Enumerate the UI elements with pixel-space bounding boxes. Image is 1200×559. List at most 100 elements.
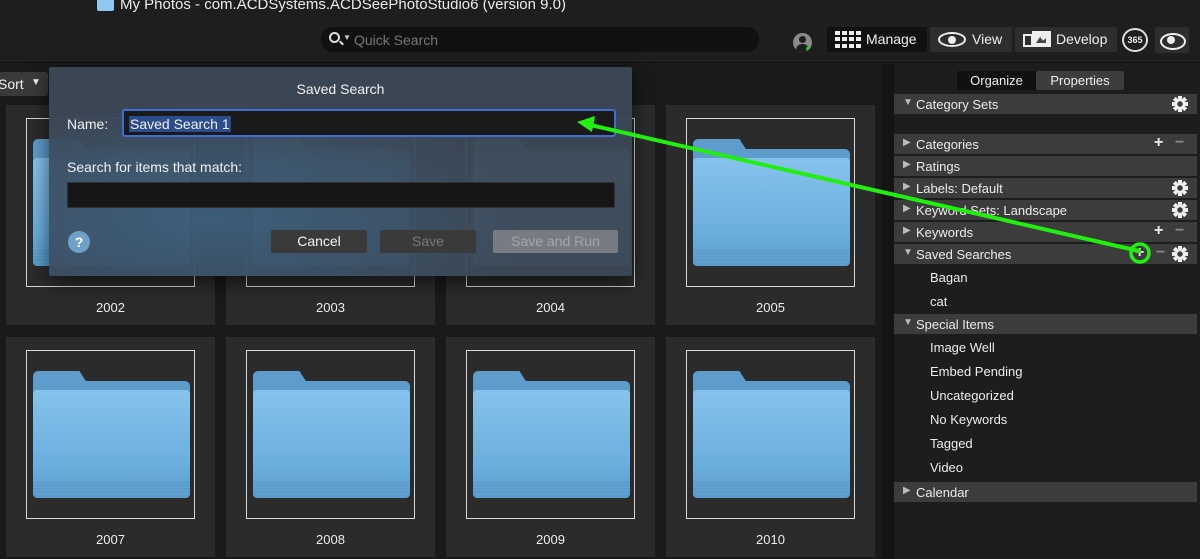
search-icon bbox=[329, 32, 340, 43]
search-placeholder: Quick Search bbox=[354, 32, 439, 48]
folder-name: 2004 bbox=[536, 300, 565, 315]
folder-thumbnail bbox=[686, 118, 855, 287]
chevron-down-icon[interactable]: ▼ bbox=[343, 33, 351, 42]
gear-icon[interactable] bbox=[1172, 180, 1188, 196]
special-item[interactable]: Video bbox=[930, 460, 963, 475]
view-mode-button[interactable]: View bbox=[930, 27, 1012, 52]
collapsed-triangle-icon: ▶ bbox=[903, 159, 911, 170]
section-category-sets[interactable]: ▼ Category Sets bbox=[894, 94, 1197, 114]
expanded-triangle-icon: ▼ bbox=[903, 247, 913, 258]
window-title: My Photos - com.ACDSystems.ACDSeePhotoSt… bbox=[120, 0, 567, 13]
special-item[interactable]: Image Well bbox=[930, 340, 995, 355]
folder-thumbnail bbox=[26, 350, 195, 519]
title-bar: My Photos - com.ACDSystems.ACDSeePhotoSt… bbox=[0, 0, 1200, 18]
dialog-title: Saved Search bbox=[296, 81, 385, 97]
section-categories[interactable]: ▶ Categories + − bbox=[894, 134, 1197, 154]
collapsed-triangle-icon: ▶ bbox=[903, 181, 911, 192]
saved-search-dialog: Saved Search Name: Saved Search 1 Search… bbox=[49, 67, 632, 276]
help-icon[interactable]: ? bbox=[68, 231, 90, 253]
collapsed-triangle-icon: ▶ bbox=[903, 137, 911, 148]
chevron-down-icon: ▼ bbox=[31, 77, 41, 88]
tab-properties[interactable]: Properties bbox=[1036, 71, 1124, 90]
folder-icon bbox=[33, 371, 190, 498]
folder-name: 2008 bbox=[316, 532, 345, 547]
folder-name: 2003 bbox=[316, 300, 345, 315]
folder-thumbnail bbox=[246, 350, 415, 519]
collapsed-triangle-icon: ▶ bbox=[903, 225, 911, 236]
folder-icon bbox=[693, 371, 850, 498]
account-icon[interactable] bbox=[793, 33, 812, 52]
section-saved-searches[interactable]: ▼ Saved Searches + − bbox=[894, 244, 1197, 264]
remove-icon[interactable]: − bbox=[1175, 134, 1184, 152]
folder-tile[interactable]: 2005 bbox=[666, 105, 875, 325]
section-special-items[interactable]: ▼ Special Items bbox=[894, 314, 1197, 334]
criteria-field[interactable] bbox=[67, 182, 615, 208]
save-and-run-button[interactable]: Save and Run bbox=[493, 230, 618, 253]
folder-name: 2009 bbox=[536, 532, 565, 547]
saved-search-item[interactable]: cat bbox=[930, 294, 947, 309]
grid-icon bbox=[835, 31, 861, 48]
folder-icon bbox=[693, 139, 850, 266]
section-labels[interactable]: ▶ Labels: Default bbox=[894, 178, 1197, 198]
section-label: Special Items bbox=[916, 317, 995, 332]
gear-icon[interactable] bbox=[1172, 96, 1188, 112]
manage-mode-button[interactable]: Manage bbox=[827, 27, 927, 52]
collapsed-triangle-icon: ▶ bbox=[903, 203, 911, 214]
main-toolbar: ▼ Quick Search Manage View Develop bbox=[0, 18, 1200, 63]
name-field[interactable]: Saved Search 1 bbox=[122, 109, 616, 137]
folder-icon bbox=[473, 371, 630, 498]
folder-tile[interactable]: 2010 bbox=[666, 337, 875, 557]
folder-tile[interactable]: 2007 bbox=[6, 337, 215, 557]
sort-button[interactable]: Sort ▼ bbox=[0, 72, 48, 96]
folder-tile[interactable]: 2009 bbox=[446, 337, 655, 557]
section-label: Saved Searches bbox=[916, 247, 1012, 262]
view-mode-label: View bbox=[972, 31, 1003, 47]
acdsee-365-button[interactable]: 365 bbox=[1122, 28, 1148, 52]
folder-thumbnail bbox=[686, 350, 855, 519]
develop-mode-label: Develop bbox=[1056, 31, 1108, 47]
develop-mode-button[interactable]: Develop bbox=[1015, 27, 1117, 52]
section-label: Calendar bbox=[916, 485, 969, 500]
folder-name: 2005 bbox=[756, 300, 785, 315]
develop-icon bbox=[1023, 31, 1051, 48]
panel-tabs: Organize Properties bbox=[957, 71, 1124, 90]
sort-label: Sort bbox=[0, 76, 24, 92]
special-item[interactable]: Embed Pending bbox=[930, 364, 1023, 379]
saved-search-item[interactable]: Bagan bbox=[930, 270, 968, 285]
preview-toggle-icon[interactable] bbox=[1155, 27, 1189, 53]
name-label: Name: bbox=[67, 116, 109, 132]
name-value: Saved Search 1 bbox=[129, 116, 231, 132]
special-item[interactable]: Tagged bbox=[930, 436, 973, 451]
section-ratings[interactable]: ▶ Ratings bbox=[894, 156, 1197, 176]
add-saved-search-icon[interactable]: + bbox=[1135, 244, 1144, 262]
section-keywords[interactable]: ▶ Keywords + − bbox=[894, 222, 1197, 242]
gear-icon[interactable] bbox=[1172, 246, 1188, 262]
folder-thumbnail bbox=[466, 350, 635, 519]
panel-divider[interactable] bbox=[882, 64, 894, 559]
section-label: Categories bbox=[916, 137, 979, 152]
folder-tile[interactable]: 2008 bbox=[226, 337, 435, 557]
folder-name: 2007 bbox=[96, 532, 125, 547]
eye-icon bbox=[938, 32, 966, 47]
special-item[interactable]: No Keywords bbox=[930, 412, 1007, 427]
manage-mode-label: Manage bbox=[866, 31, 917, 47]
gear-icon[interactable] bbox=[1172, 202, 1188, 218]
folder-icon bbox=[97, 0, 114, 11]
folder-icon bbox=[253, 371, 410, 498]
remove-icon[interactable]: − bbox=[1175, 222, 1184, 240]
expanded-triangle-icon: ▼ bbox=[903, 317, 913, 328]
section-label: Category Sets bbox=[916, 97, 999, 112]
section-label: Keyword Sets: Landscape bbox=[916, 203, 1068, 218]
special-item[interactable]: Uncategorized bbox=[930, 388, 1014, 403]
save-button[interactable]: Save bbox=[380, 230, 476, 253]
tab-organize[interactable]: Organize bbox=[957, 71, 1036, 90]
add-icon[interactable]: + bbox=[1154, 222, 1163, 240]
remove-icon[interactable]: − bbox=[1156, 244, 1165, 262]
quick-search-input[interactable]: ▼ Quick Search bbox=[321, 27, 759, 52]
cancel-button[interactable]: Cancel bbox=[271, 230, 367, 253]
match-label: Search for items that match: bbox=[67, 159, 243, 175]
section-keyword-sets[interactable]: ▶ Keyword Sets: Landscape bbox=[894, 200, 1197, 220]
section-calendar[interactable]: ▶ Calendar bbox=[894, 482, 1197, 502]
add-icon[interactable]: + bbox=[1154, 134, 1163, 152]
section-label: Keywords bbox=[916, 225, 974, 240]
